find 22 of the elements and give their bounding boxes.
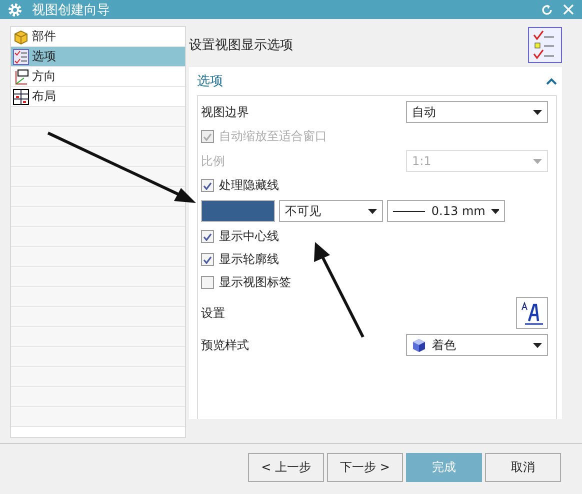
field-label: 视图边界	[201, 104, 249, 120]
section-header[interactable]: 选项	[197, 67, 557, 95]
field-label: 设置	[201, 304, 225, 322]
dropdown[interactable]: 自动	[406, 101, 548, 123]
line-width-dropdown[interactable]: 0.13 mm	[387, 200, 505, 222]
checkbox[interactable]: 显示轮廓线	[201, 251, 279, 268]
checkbox[interactable]: 处理隐藏线	[201, 177, 279, 194]
window-title: 视图创建向导	[32, 2, 111, 18]
wizard-button[interactable]: < 上一步	[248, 453, 324, 482]
checkbox[interactable]: 显示视图标签	[201, 274, 291, 291]
line-font-dropdown[interactable]: 不可见	[279, 200, 383, 222]
checkbox[interactable]: 显示中心线	[201, 228, 279, 245]
dropdown[interactable]: 着色	[406, 334, 548, 356]
wizard-button[interactable]: 下一步 >	[327, 453, 403, 482]
step-item[interactable]: 布局	[11, 87, 185, 107]
step-item[interactable]: 选项	[11, 47, 185, 67]
field-label: 预览样式	[201, 336, 249, 354]
field-label: 比例	[201, 152, 225, 170]
step-item[interactable]: 部件	[11, 27, 185, 47]
wizard-button[interactable]: 取消	[485, 453, 561, 482]
page-heading: 设置视图显示选项	[189, 37, 293, 54]
step-item[interactable]: 方向	[11, 67, 185, 87]
